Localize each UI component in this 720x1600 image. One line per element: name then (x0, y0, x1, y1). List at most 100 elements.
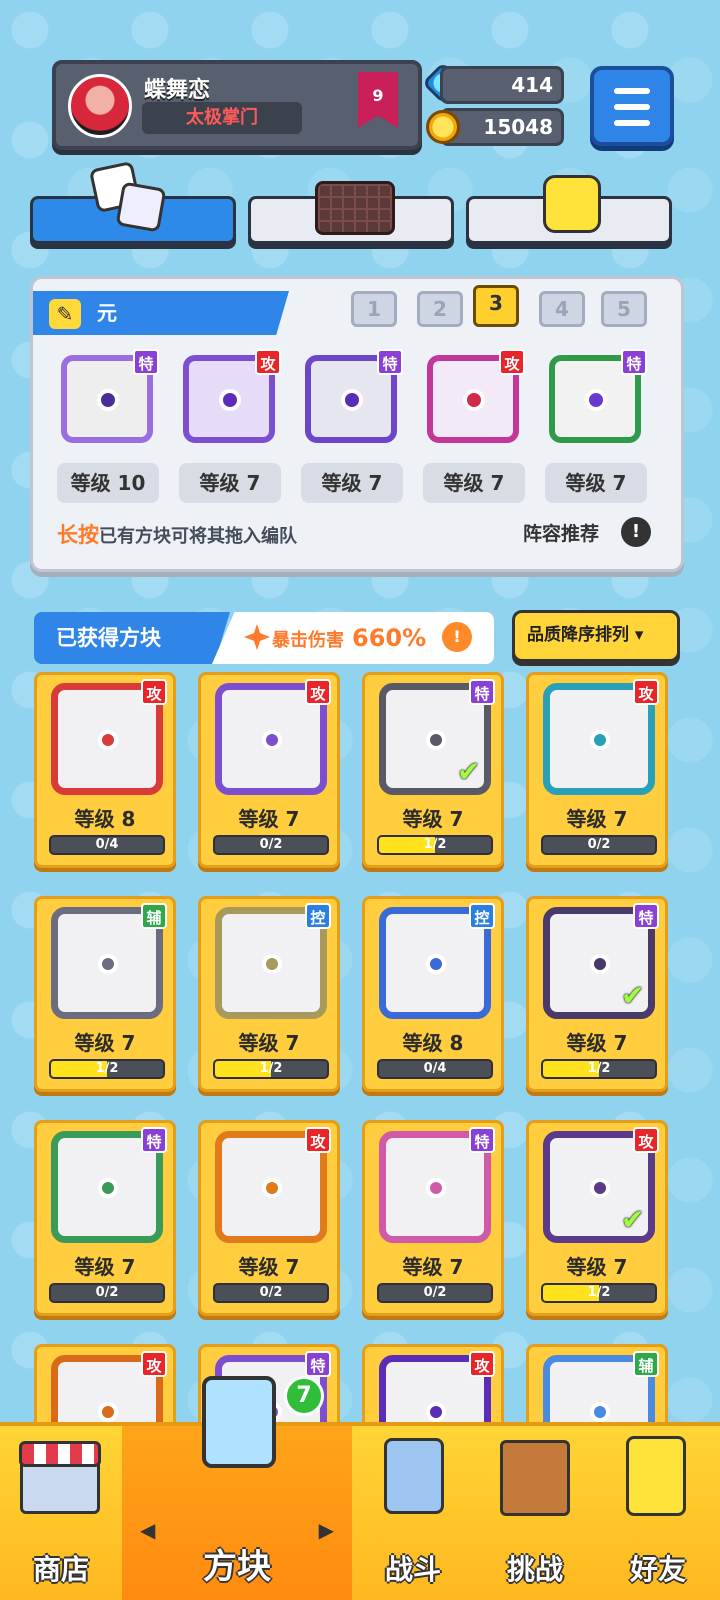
type-tag: 特 (305, 1351, 331, 1377)
block-card[interactable]: 攻等级 7 0/2 (198, 672, 340, 868)
deck-card[interactable]: 攻 (421, 345, 527, 449)
deck-slot-5[interactable]: 5 (601, 291, 647, 327)
in-deck-check-icon: ✔ (621, 979, 645, 1012)
deck-panel: 元 ✎ 1 2 3 4 5 特 等级 10 攻 等级 7 特 等级 7 攻 等级… (30, 276, 684, 572)
tab-board[interactable] (248, 181, 454, 244)
rank-badge: 9 (358, 72, 398, 128)
upgrade-progress: 1/2 (541, 1283, 657, 1303)
crit-value: 660% (352, 624, 427, 652)
nav-challenge-label: 挑战 (506, 1553, 563, 1586)
deck-slot-1[interactable]: 1 (351, 291, 397, 327)
block-card[interactable]: 特等级 7 0/2 (362, 1120, 504, 1316)
type-tag: 攻 (305, 679, 331, 705)
deck-card-level: 等级 7 (423, 463, 525, 503)
block-card[interactable]: 攻等级 8 0/4 (34, 672, 176, 868)
deck-card-level: 等级 10 (57, 463, 159, 503)
block-level: 等级 7 (74, 1255, 136, 1279)
type-tag: 控 (469, 903, 495, 929)
crit-info-icon[interactable]: ! (442, 622, 472, 652)
profile-card[interactable]: 蝶舞恋 太极掌门 9 (52, 60, 422, 150)
block-card[interactable]: 控等级 7 1/2 (198, 896, 340, 1092)
type-tag: 特 (133, 349, 159, 375)
in-deck-check-icon: ✔ (457, 755, 481, 788)
tab-dice[interactable] (30, 160, 236, 244)
block-core-icon (98, 1178, 118, 1198)
block-core-icon (262, 1178, 282, 1198)
block-core-icon (426, 1178, 446, 1198)
deck-card[interactable]: 特 (299, 345, 405, 449)
block-level: 等级 7 (566, 1255, 628, 1279)
block-card[interactable]: 辅等级 7 1/2 (34, 896, 176, 1092)
nav-challenge[interactable]: 挑战 (474, 1426, 596, 1600)
challenge-icon (500, 1440, 570, 1516)
block-level: 等级 8 (74, 807, 136, 831)
edit-pencil-icon[interactable]: ✎ (49, 299, 81, 329)
type-tag: 攻 (633, 1127, 659, 1153)
shop-icon (19, 1441, 101, 1514)
deck-slot-2[interactable]: 2 (417, 291, 463, 327)
nav-blocks[interactable]: ◀ ▶ 方块 (122, 1376, 352, 1600)
lineup-recommend-link[interactable]: 阵容推荐 (523, 519, 599, 546)
block-core-icon (98, 954, 118, 974)
block-card[interactable]: 攻等级 7 0/2 (526, 672, 668, 868)
type-tag: 攻 (141, 1351, 167, 1377)
block-card[interactable]: 特等级 7 0/2 (34, 1120, 176, 1316)
block-card[interactable]: 特 ✔ 等级 7 1/2 (362, 672, 504, 868)
upgrade-progress: 0/2 (213, 835, 329, 855)
type-tag: 特 (633, 903, 659, 929)
player-name: 蝶舞恋 (144, 78, 211, 103)
type-tag: 辅 (633, 1351, 659, 1377)
nav-shop-label: 商店 (32, 1553, 89, 1586)
block-card[interactable]: 攻 ✔ 等级 7 1/2 (526, 1120, 668, 1316)
progress-text: 0/2 (95, 1285, 119, 1300)
deck-card-level: 等级 7 (545, 463, 647, 503)
block-level: 等级 7 (74, 1031, 136, 1055)
type-tag: 特 (469, 679, 495, 705)
nav-friends[interactable]: 好友 (596, 1426, 720, 1600)
sort-dropdown[interactable]: 品质降序排列 ▾ (512, 610, 680, 662)
nav-blocks-label: 方块 (203, 1547, 271, 1587)
upgrade-progress: 0/4 (49, 835, 165, 855)
progress-text: 1/2 (587, 1285, 611, 1300)
progress-text: 0/4 (95, 837, 119, 852)
block-core-icon (426, 1402, 446, 1422)
menu-button[interactable] (590, 66, 674, 146)
progress-text: 0/2 (587, 837, 611, 852)
type-tag: 攻 (305, 1127, 331, 1153)
info-icon[interactable]: ! (621, 517, 651, 547)
notification-badge: 7 (284, 1376, 324, 1416)
deck-slot-3[interactable]: 3 (473, 285, 519, 327)
deck-card[interactable]: 特 (55, 345, 161, 449)
upgrade-progress: 0/2 (213, 1283, 329, 1303)
smiley-icon (543, 175, 601, 233)
progress-text: 0/2 (423, 1285, 447, 1300)
block-core-icon (590, 954, 610, 974)
block-core-icon (590, 1178, 610, 1198)
deck-card[interactable]: 攻 (177, 345, 283, 449)
block-level: 等级 7 (238, 1031, 300, 1055)
type-tag: 攻 (633, 679, 659, 705)
block-level: 等级 8 (402, 1031, 464, 1055)
deck-card[interactable]: 特 (543, 345, 649, 449)
block-level: 等级 7 (238, 807, 300, 831)
block-core-icon (590, 730, 610, 750)
block-level: 等级 7 (566, 807, 628, 831)
nav-shop[interactable]: 商店 (0, 1426, 122, 1600)
nav-battle[interactable]: 战斗 (352, 1426, 474, 1600)
block-card[interactable]: 控等级 8 0/4 (362, 896, 504, 1092)
sword-shield-icon (384, 1438, 444, 1514)
tab-face[interactable] (466, 175, 672, 244)
block-core-icon (426, 730, 446, 750)
dice-icon (88, 160, 167, 233)
type-tag: 特 (469, 1127, 495, 1153)
type-tag: 控 (305, 903, 331, 929)
drag-tip-text: 已有方块可将其拖入编队 (99, 526, 297, 547)
block-card[interactable]: 攻等级 7 0/2 (198, 1120, 340, 1316)
type-tag: 攻 (255, 349, 281, 375)
block-core-icon (98, 730, 118, 750)
deck-slot-4[interactable]: 4 (539, 291, 585, 327)
block-card[interactable]: 特 ✔ 等级 7 1/2 (526, 896, 668, 1092)
progress-text: 0/2 (259, 1285, 283, 1300)
type-tag: 攻 (141, 679, 167, 705)
avatar[interactable] (68, 74, 132, 138)
